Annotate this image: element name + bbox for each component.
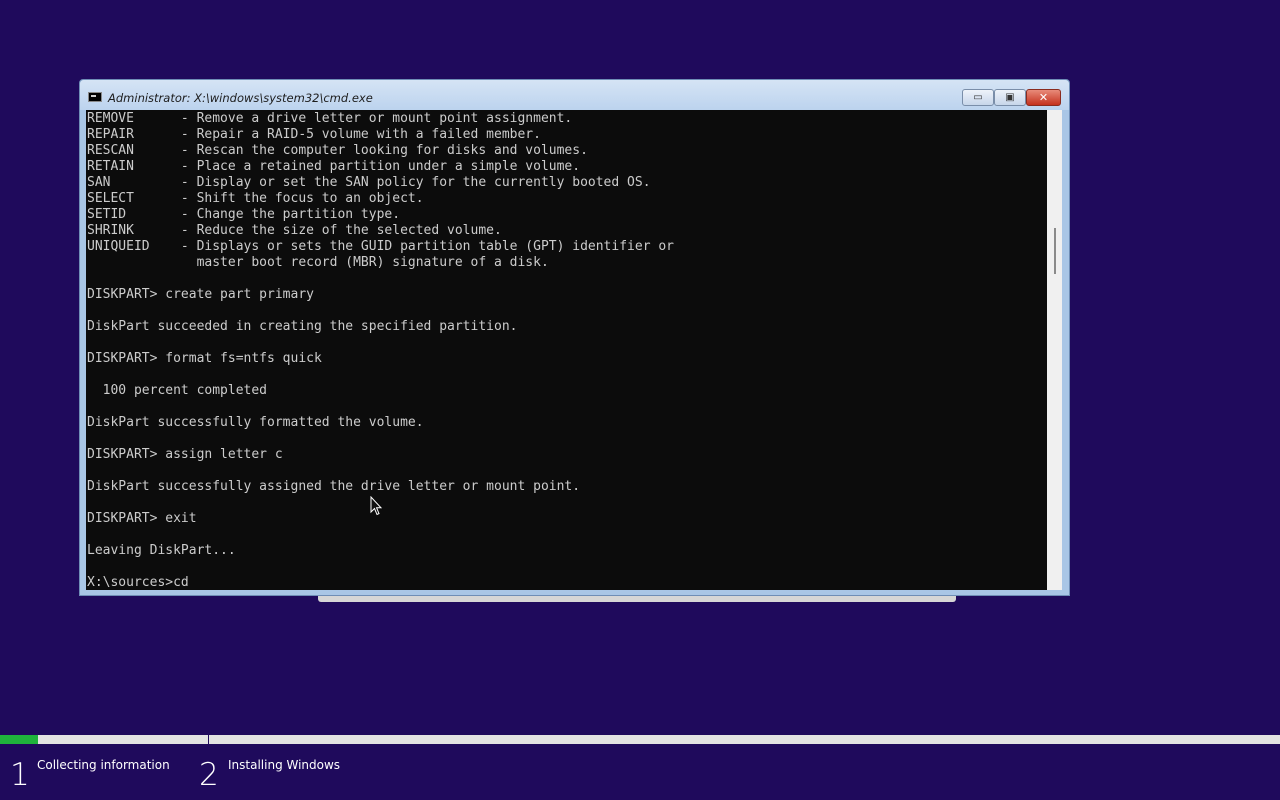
console-line: DISKPART> format fs=ntfs quick [87,351,322,366]
console-line: Leaving DiskPart... [87,543,236,558]
console-lines: REMOVE - Remove a drive letter or mount … [87,111,674,590]
setup-progress-fill [0,735,39,744]
console-line: REMOVE - Remove a drive letter or mount … [87,111,573,126]
console-output[interactable]: REMOVE - Remove a drive letter or mount … [86,110,1047,590]
console-line: SELECT - Shift the focus to an object. [87,191,424,206]
console-line: 100 percent completed [87,383,268,398]
setup-progress-bar [0,735,1280,744]
console-line: RETAIN - Place a retained partition unde… [87,159,581,174]
mouse-cursor-icon [370,496,382,516]
console-line: DISKPART> assign letter c [87,447,283,462]
cmd-icon [88,92,102,102]
window-title: Administrator: X:\windows\system32\cmd.e… [108,91,373,105]
console-line: DiskPart successfully formatted the volu… [87,415,424,430]
step-1-number: 1 [10,757,30,793]
console-line: DiskPart successfully assigned the drive… [87,479,581,494]
console-line: RESCAN - Rescan the computer looking for… [87,143,588,158]
console-line: SAN - Display or set the SAN policy for … [87,175,651,190]
console-line: UNIQUEID - Displays or sets the GUID par… [87,239,674,254]
maximize-icon: ▣ [1005,92,1015,103]
progress-step-divider [208,733,209,746]
scrollbar-thumb[interactable] [1054,228,1056,274]
desktop-background: Administrator: X:\windows\system32\cmd.e… [0,0,1280,800]
console-line: master boot record (MBR) signature of a … [87,255,549,270]
console-line: X:\sources>cd [87,575,189,590]
console-line: DiskPart succeeded in creating the speci… [87,319,518,334]
console-line: DISKPART> create part primary [87,287,314,302]
title-bar[interactable]: Administrator: X:\windows\system32\cmd.e… [80,80,1069,110]
step-2-number: 2 [199,757,219,793]
console-line: SHRINK - Reduce the size of the selected… [87,223,502,238]
step-2-label: Installing Windows [228,758,341,772]
minimize-button[interactable]: ▭ [962,89,994,106]
step-1-label: Collecting information [37,758,170,772]
minimize-icon: ▭ [973,92,983,103]
close-icon: ✕ [1038,91,1049,104]
cmd-window[interactable]: Administrator: X:\windows\system32\cmd.e… [79,79,1070,596]
maximize-button[interactable]: ▣ [994,89,1026,106]
console-line: REPAIR - Repair a RAID-5 volume with a f… [87,127,541,142]
vertical-scrollbar[interactable] [1047,110,1062,590]
console-line: SETID - Change the partition type. [87,207,401,222]
close-button[interactable]: ✕ [1026,89,1061,106]
